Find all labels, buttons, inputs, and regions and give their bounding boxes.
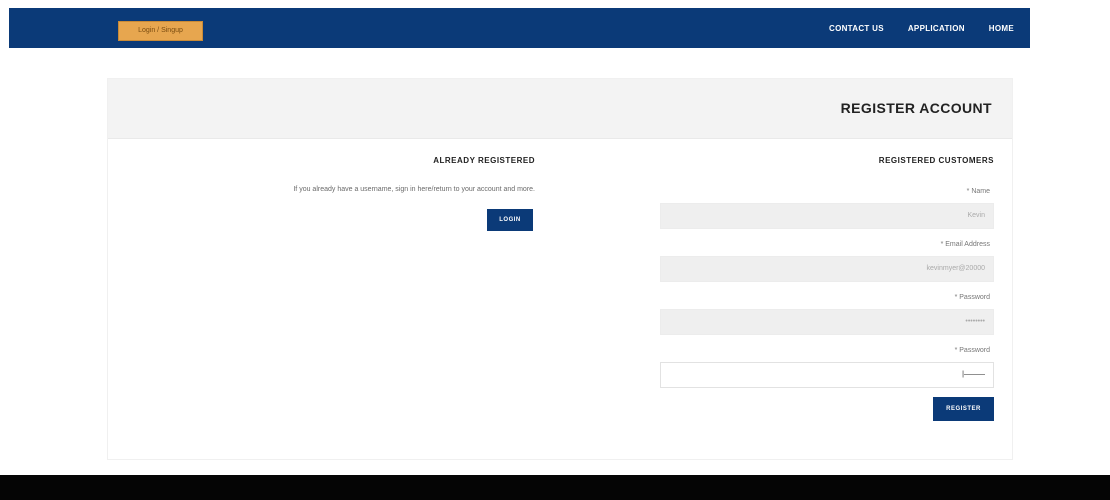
email-field[interactable]: kevinmyer@20000 [660,256,994,282]
card-header: REGISTER ACCOUNT [108,79,1012,139]
already-registered-text: If you already have a username, sign in … [293,186,535,193]
name-field[interactable]: Kevin [660,203,994,229]
confirm-password-field[interactable]: |——— [660,362,994,388]
password-label: * Password [954,294,990,301]
email-label: * Email Address [940,241,990,248]
main-nav: CONTACT US APPLICATION HOME [829,8,1014,48]
login-button[interactable]: LOGIN [487,209,533,231]
name-label: * Name [966,188,990,195]
confirm-password-label: * Password [954,347,990,354]
registered-customers-title: REGISTERED CUSTOMERS [878,156,994,165]
register-button[interactable]: REGISTER [933,397,994,421]
page-title: REGISTER ACCOUNT [840,100,992,116]
nav-application[interactable]: APPLICATION [908,24,965,33]
login-signup-button[interactable]: Login / Singup [118,21,203,41]
already-registered-section: ALREADY REGISTERED If you already have a… [108,139,538,459]
nav-home[interactable]: HOME [989,24,1014,33]
password-field[interactable]: •••••••• [660,309,994,335]
top-navbar: Login / Singup CONTACT US APPLICATION HO… [9,8,1030,48]
registered-customers-form: REGISTERED CUSTOMERS * Name Kevin * Emai… [660,139,998,459]
nav-contact-us[interactable]: CONTACT US [829,24,884,33]
already-registered-title: ALREADY REGISTERED [433,156,535,165]
footer-bar [0,475,1110,500]
register-card: REGISTER ACCOUNT ALREADY REGISTERED If y… [107,78,1013,460]
